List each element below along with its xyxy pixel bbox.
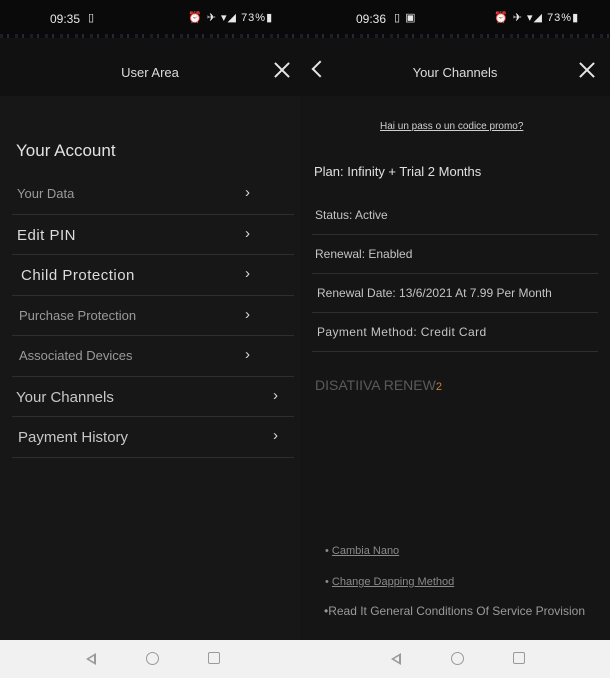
chevron-right-icon: › bbox=[245, 305, 250, 323]
back-triangle-icon[interactable] bbox=[86, 653, 96, 665]
chevron-right-icon: › bbox=[273, 427, 278, 444]
menu-item-purchase-protection[interactable]: Purchase Protection › bbox=[12, 296, 294, 336]
promo-code-link[interactable]: Hai un pass o un codice promo? bbox=[380, 121, 523, 132]
chevron-right-icon: › bbox=[245, 184, 250, 201]
notification-icon: ▯ ▣ bbox=[394, 12, 417, 24]
menu-item-label: Child Protection bbox=[21, 267, 135, 284]
menu-item-your-data[interactable]: Your Data › bbox=[12, 174, 294, 215]
close-icon[interactable] bbox=[579, 62, 595, 78]
payment-method-text: Payment Method: Credit Card bbox=[317, 325, 487, 339]
home-circle-icon[interactable] bbox=[451, 652, 464, 665]
menu-item-your-channels[interactable]: Your Channels › bbox=[12, 377, 294, 417]
renewal-row: Renewal: Enabled bbox=[312, 235, 598, 274]
menu-item-label: Your Channels bbox=[16, 388, 114, 406]
status-icons: ⏰ ✈ ▾◢ 73%▮ bbox=[494, 12, 580, 24]
menu-item-label: Associated Devices bbox=[19, 348, 133, 363]
section-title: Your Account bbox=[16, 141, 116, 160]
terms-link[interactable]: •Read It General Conditions Of Service P… bbox=[324, 604, 585, 618]
status-row: Status: Active bbox=[312, 196, 598, 235]
menu-item-label: Purchase Protection bbox=[19, 307, 137, 323]
disable-renewal-label: DISATIIVA RENEW bbox=[315, 377, 436, 393]
disable-renewal-button[interactable]: DISATIIVA RENEW2 bbox=[315, 377, 442, 393]
change-plan-label: Cambia Nano bbox=[331, 545, 400, 557]
account-menu: Your Data › Edit PIN › Child Protection … bbox=[12, 174, 294, 458]
back-triangle-icon[interactable] bbox=[391, 653, 401, 665]
renewal-text: Renewal: Enabled bbox=[315, 247, 413, 261]
your-channels-screen: 09:36 ▯ ▣ ⏰ ✈ ▾◢ 73%▮ Your Channels Hai … bbox=[300, 0, 610, 640]
menu-item-child-protection[interactable]: Child Protection › bbox=[12, 255, 294, 296]
menu-item-associated-devices[interactable]: Associated Devices › bbox=[12, 336, 294, 377]
user-area-screen: 09:35 ▯ ⏰ ✈ ▾◢ 73%▮ User Area Your Accou… bbox=[0, 0, 300, 640]
menu-item-edit-pin[interactable]: Edit PIN › bbox=[12, 215, 294, 255]
chevron-right-icon: › bbox=[245, 265, 250, 282]
status-icons: ⏰ ✈ ▾◢ 73%▮ bbox=[188, 12, 274, 24]
page-title: User Area bbox=[121, 65, 179, 80]
disable-renewal-badge: 2 bbox=[435, 381, 442, 393]
android-nav-bar bbox=[305, 640, 610, 678]
change-payment-method-link[interactable]: • Change Dapping Method bbox=[325, 576, 454, 588]
menu-item-payment-history[interactable]: Payment History › bbox=[12, 417, 294, 458]
status-bar: 09:36 ▯ ▣ ⏰ ✈ ▾◢ 73%▮ bbox=[300, 0, 610, 38]
close-icon[interactable] bbox=[274, 62, 290, 78]
status-time: 09:36 bbox=[356, 12, 387, 26]
android-nav-bar bbox=[0, 640, 305, 678]
notification-icon: ▯ bbox=[88, 12, 96, 24]
chevron-right-icon: › bbox=[273, 386, 278, 404]
plan-text: Plan: Infinity + Trial 2 Months bbox=[314, 164, 482, 179]
page-title: Your Channels bbox=[412, 65, 498, 80]
terms-label: Read It General Conditions Of Service Pr… bbox=[328, 604, 585, 618]
chevron-right-icon: › bbox=[245, 346, 250, 363]
change-plan-link[interactable]: • Cambia Nano bbox=[325, 545, 399, 557]
status-bar: 09:35 ▯ ⏰ ✈ ▾◢ 73%▮ bbox=[0, 0, 300, 38]
menu-item-label: Payment History bbox=[18, 429, 129, 446]
header: User Area bbox=[0, 38, 300, 96]
menu-item-label: Your Data bbox=[17, 186, 75, 201]
payment-method-row: Payment Method: Credit Card bbox=[312, 313, 598, 352]
recents-square-icon[interactable] bbox=[513, 652, 525, 664]
status-text: Status: Active bbox=[315, 208, 388, 222]
status-time: 09:35 bbox=[50, 12, 81, 26]
renewal-date-row: Renewal Date: 13/6/2021 At 7.99 Per Mont… bbox=[312, 274, 598, 313]
header: Your Channels bbox=[300, 38, 610, 96]
change-payment-method-label: Change Dapping Method bbox=[331, 576, 455, 588]
home-circle-icon[interactable] bbox=[146, 652, 159, 665]
menu-item-label: Edit PIN bbox=[17, 226, 77, 244]
renewal-date-text: Renewal Date: 13/6/2021 At 7.99 Per Mont… bbox=[317, 286, 552, 300]
recents-square-icon[interactable] bbox=[208, 652, 220, 664]
chevron-right-icon: › bbox=[245, 224, 250, 242]
